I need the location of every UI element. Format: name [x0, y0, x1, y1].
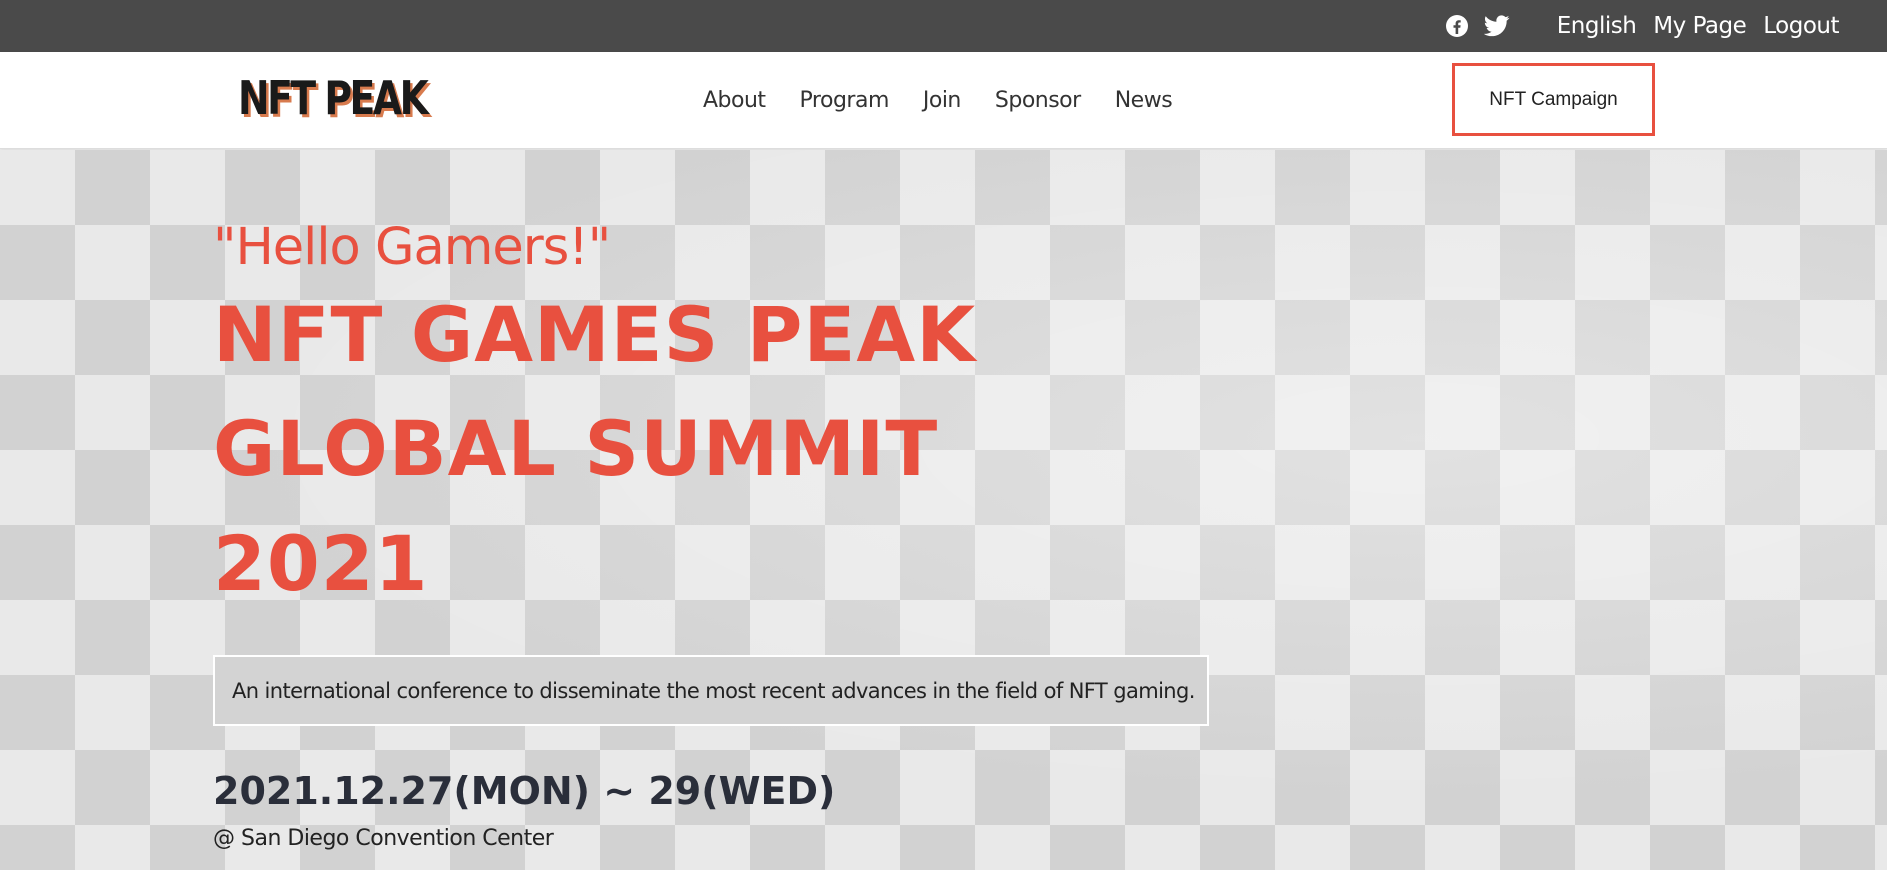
nft-campaign-button[interactable]: NFT Campaign [1452, 63, 1655, 136]
nav-item-news[interactable]: News [1115, 88, 1173, 113]
logo-text: NFT PEAK [238, 71, 429, 125]
language-link[interactable]: English [1557, 13, 1637, 39]
nav-item-program[interactable]: Program [800, 88, 890, 113]
my-page-link[interactable]: My Page [1653, 13, 1746, 39]
hero-title-line-1: NFT GAMES PEAK [213, 290, 977, 379]
event-date: 2021.12.27(MON) ~ 29(WED) [213, 769, 836, 813]
hero-section: "Hello Gamers!" NFT GAMES PEAK GLOBAL SU… [0, 150, 1887, 870]
hero-greeting: "Hello Gamers!" [213, 218, 611, 277]
main-menu: About Program Join Sponsor News [703, 52, 1173, 149]
nav-item-join[interactable]: Join [923, 88, 962, 113]
hero-title-line-3: 2021 [213, 519, 429, 608]
facebook-icon[interactable] [1444, 13, 1470, 39]
top-utility-bar: English My Page Logout [0, 0, 1887, 52]
main-navbar: NFT PEAK About Program Join Sponsor News… [0, 52, 1887, 149]
hero-title-line-2: GLOBAL SUMMIT [213, 404, 939, 493]
nav-item-about[interactable]: About [703, 88, 766, 113]
nft-peak-logo[interactable]: NFT PEAK [238, 68, 429, 128]
hero-description: An international conference to dissemina… [213, 655, 1209, 726]
social-links [1444, 13, 1510, 39]
nav-item-sponsor[interactable]: Sponsor [995, 88, 1081, 113]
twitter-icon[interactable] [1483, 13, 1510, 39]
hero-description-text: An international conference to dissemina… [232, 678, 1195, 703]
event-venue: @ San Diego Convention Center [213, 826, 554, 851]
logout-link[interactable]: Logout [1763, 13, 1839, 39]
